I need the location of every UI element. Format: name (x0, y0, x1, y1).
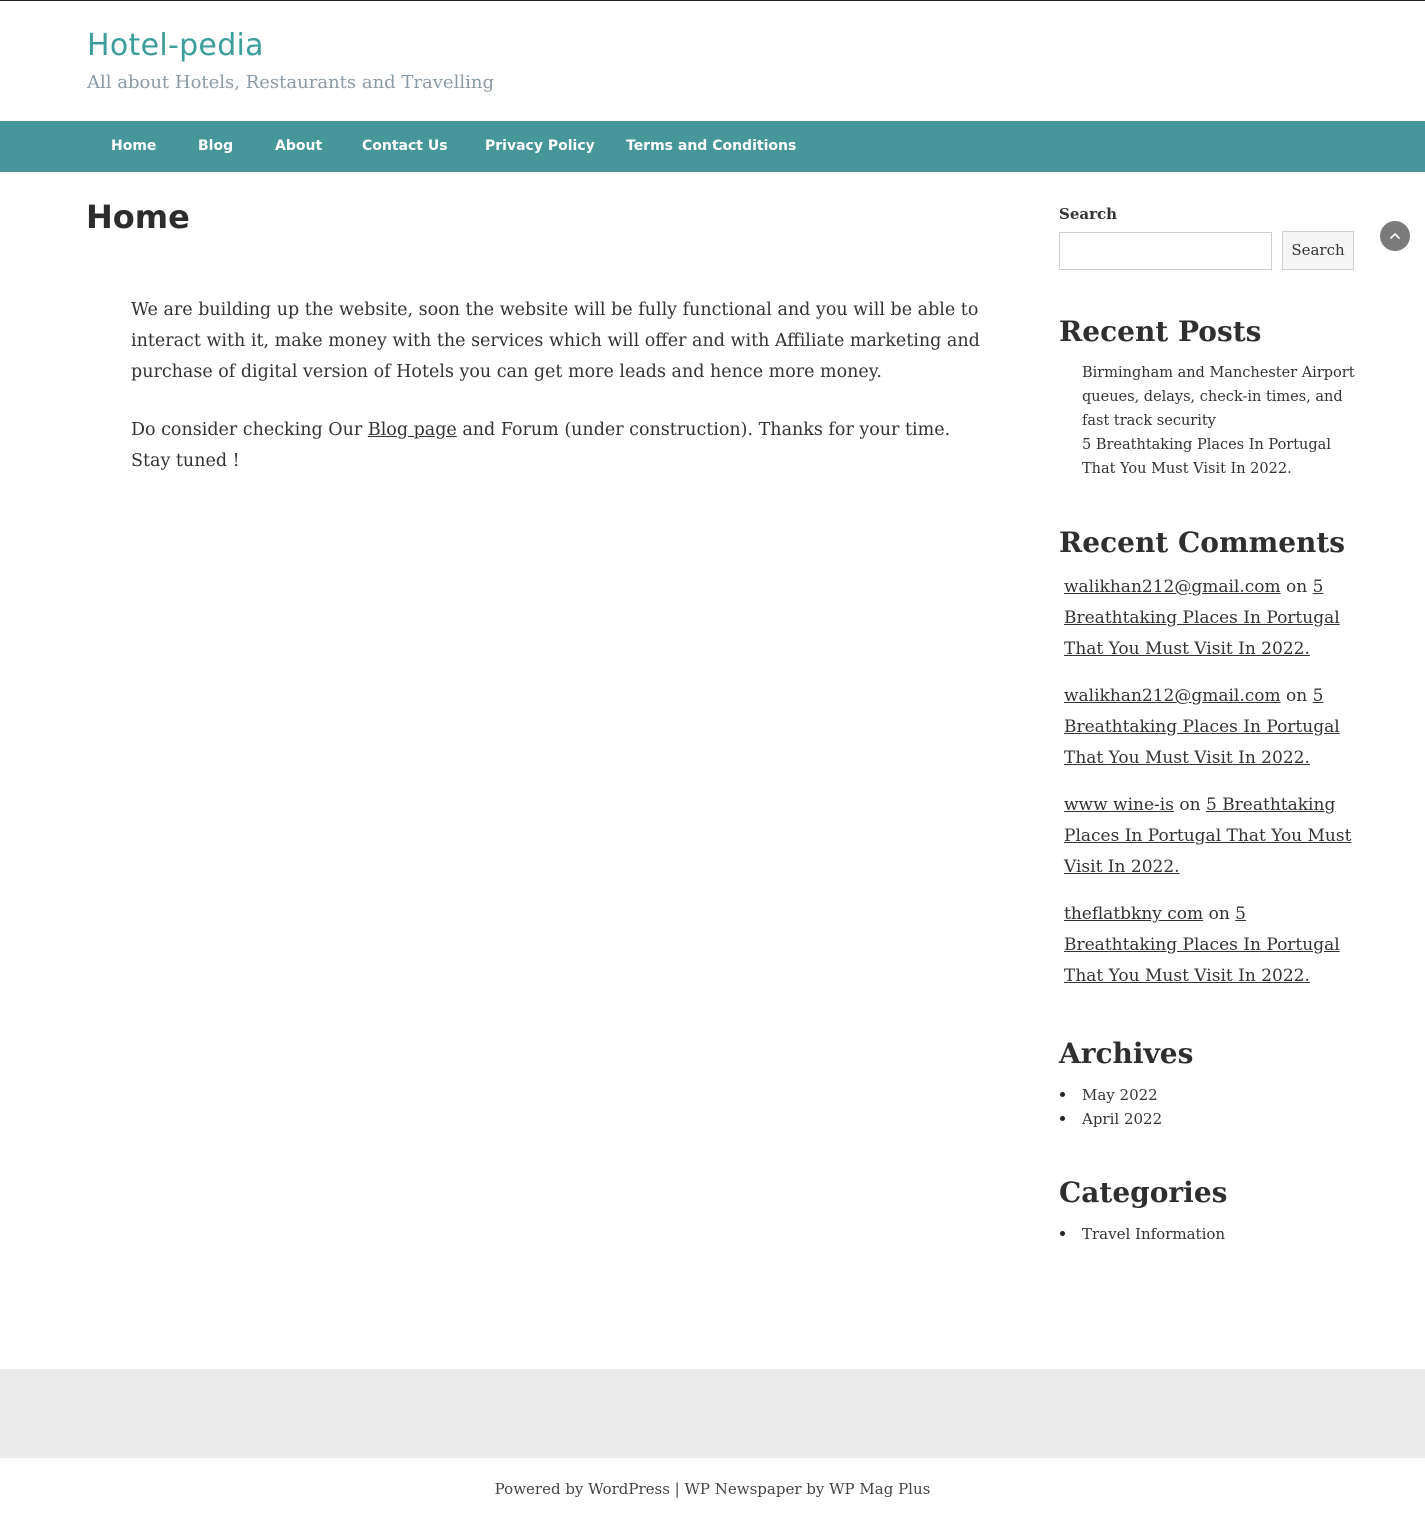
nav-item-contact-us[interactable]: Contact Us (362, 121, 448, 172)
comment-connector: on (1179, 795, 1201, 815)
nav-item-about[interactable]: About (275, 121, 322, 172)
footer-credit: Powered by WordPress | WP Newspaper by W… (494, 1480, 931, 1498)
recent-comment-item: walikhan212@gmail.com on 5 Breathtaking … (1064, 681, 1354, 774)
list-bullet (1060, 1092, 1065, 1097)
blog-invite-paragraph: Do consider checking Our Blog page and F… (131, 415, 991, 477)
main-nav: Home Blog About Contact Us Privacy Polic… (0, 121, 1425, 172)
list-bullet (1060, 1231, 1065, 1236)
scroll-to-top-button[interactable] (1380, 221, 1410, 251)
archive-item-may-2022[interactable]: May 2022 (1082, 1083, 1158, 1107)
invite-text-before: Do consider checking Our (131, 420, 368, 440)
comment-author-link[interactable]: walikhan212@gmail.com (1064, 686, 1281, 706)
comment-connector: on (1286, 577, 1308, 597)
categories-heading: Categories (1059, 1176, 1228, 1209)
list-bullet (1060, 1116, 1065, 1121)
search-input[interactable] (1059, 232, 1272, 270)
archive-item-april-2022[interactable]: April 2022 (1082, 1107, 1162, 1131)
page-title: Home (86, 198, 190, 236)
nav-item-blog[interactable]: Blog (198, 121, 233, 172)
nav-item-terms-and-conditions[interactable]: Terms and Conditions (626, 121, 796, 172)
recent-comment-item: theflatbkny com on 5 Breathtaking Places… (1064, 899, 1354, 992)
comment-author-link[interactable]: theflatbkny com (1064, 904, 1203, 924)
site-title[interactable]: Hotel-pedia (87, 28, 264, 63)
recent-post-item[interactable]: 5 Breathtaking Places In Portugal That Y… (1082, 433, 1357, 481)
recent-posts-heading: Recent Posts (1059, 315, 1262, 348)
recent-comments-heading: Recent Comments (1059, 526, 1346, 559)
chevron-up-icon (1390, 233, 1400, 239)
footer-widget-area (0, 1369, 1425, 1458)
site-tagline: All about Hotels, Restaurants and Travel… (87, 72, 494, 93)
comment-author-link[interactable]: www wine-is (1064, 795, 1174, 815)
intro-paragraph: We are building up the website, soon the… (131, 300, 980, 382)
category-item-travel-information[interactable]: Travel Information (1082, 1222, 1225, 1246)
blog-page-link[interactable]: Blog page (368, 420, 457, 440)
nav-item-privacy-policy[interactable]: Privacy Policy (485, 121, 595, 172)
archives-heading: Archives (1059, 1037, 1194, 1070)
top-border (0, 0, 1425, 1)
recent-post-item[interactable]: Birmingham and Manchester Airport queues… (1082, 361, 1357, 433)
search-label: Search (1059, 205, 1118, 223)
comment-author-link[interactable]: walikhan212@gmail.com (1064, 577, 1281, 597)
recent-comment-item: www wine-is on 5 Breathtaking Places In … (1064, 790, 1354, 883)
search-button[interactable]: Search (1282, 231, 1354, 270)
comment-connector: on (1286, 686, 1308, 706)
recent-comment-item: walikhan212@gmail.com on 5 Breathtaking … (1064, 572, 1354, 665)
comment-connector: on (1208, 904, 1230, 924)
nav-item-home[interactable]: Home (111, 121, 156, 172)
